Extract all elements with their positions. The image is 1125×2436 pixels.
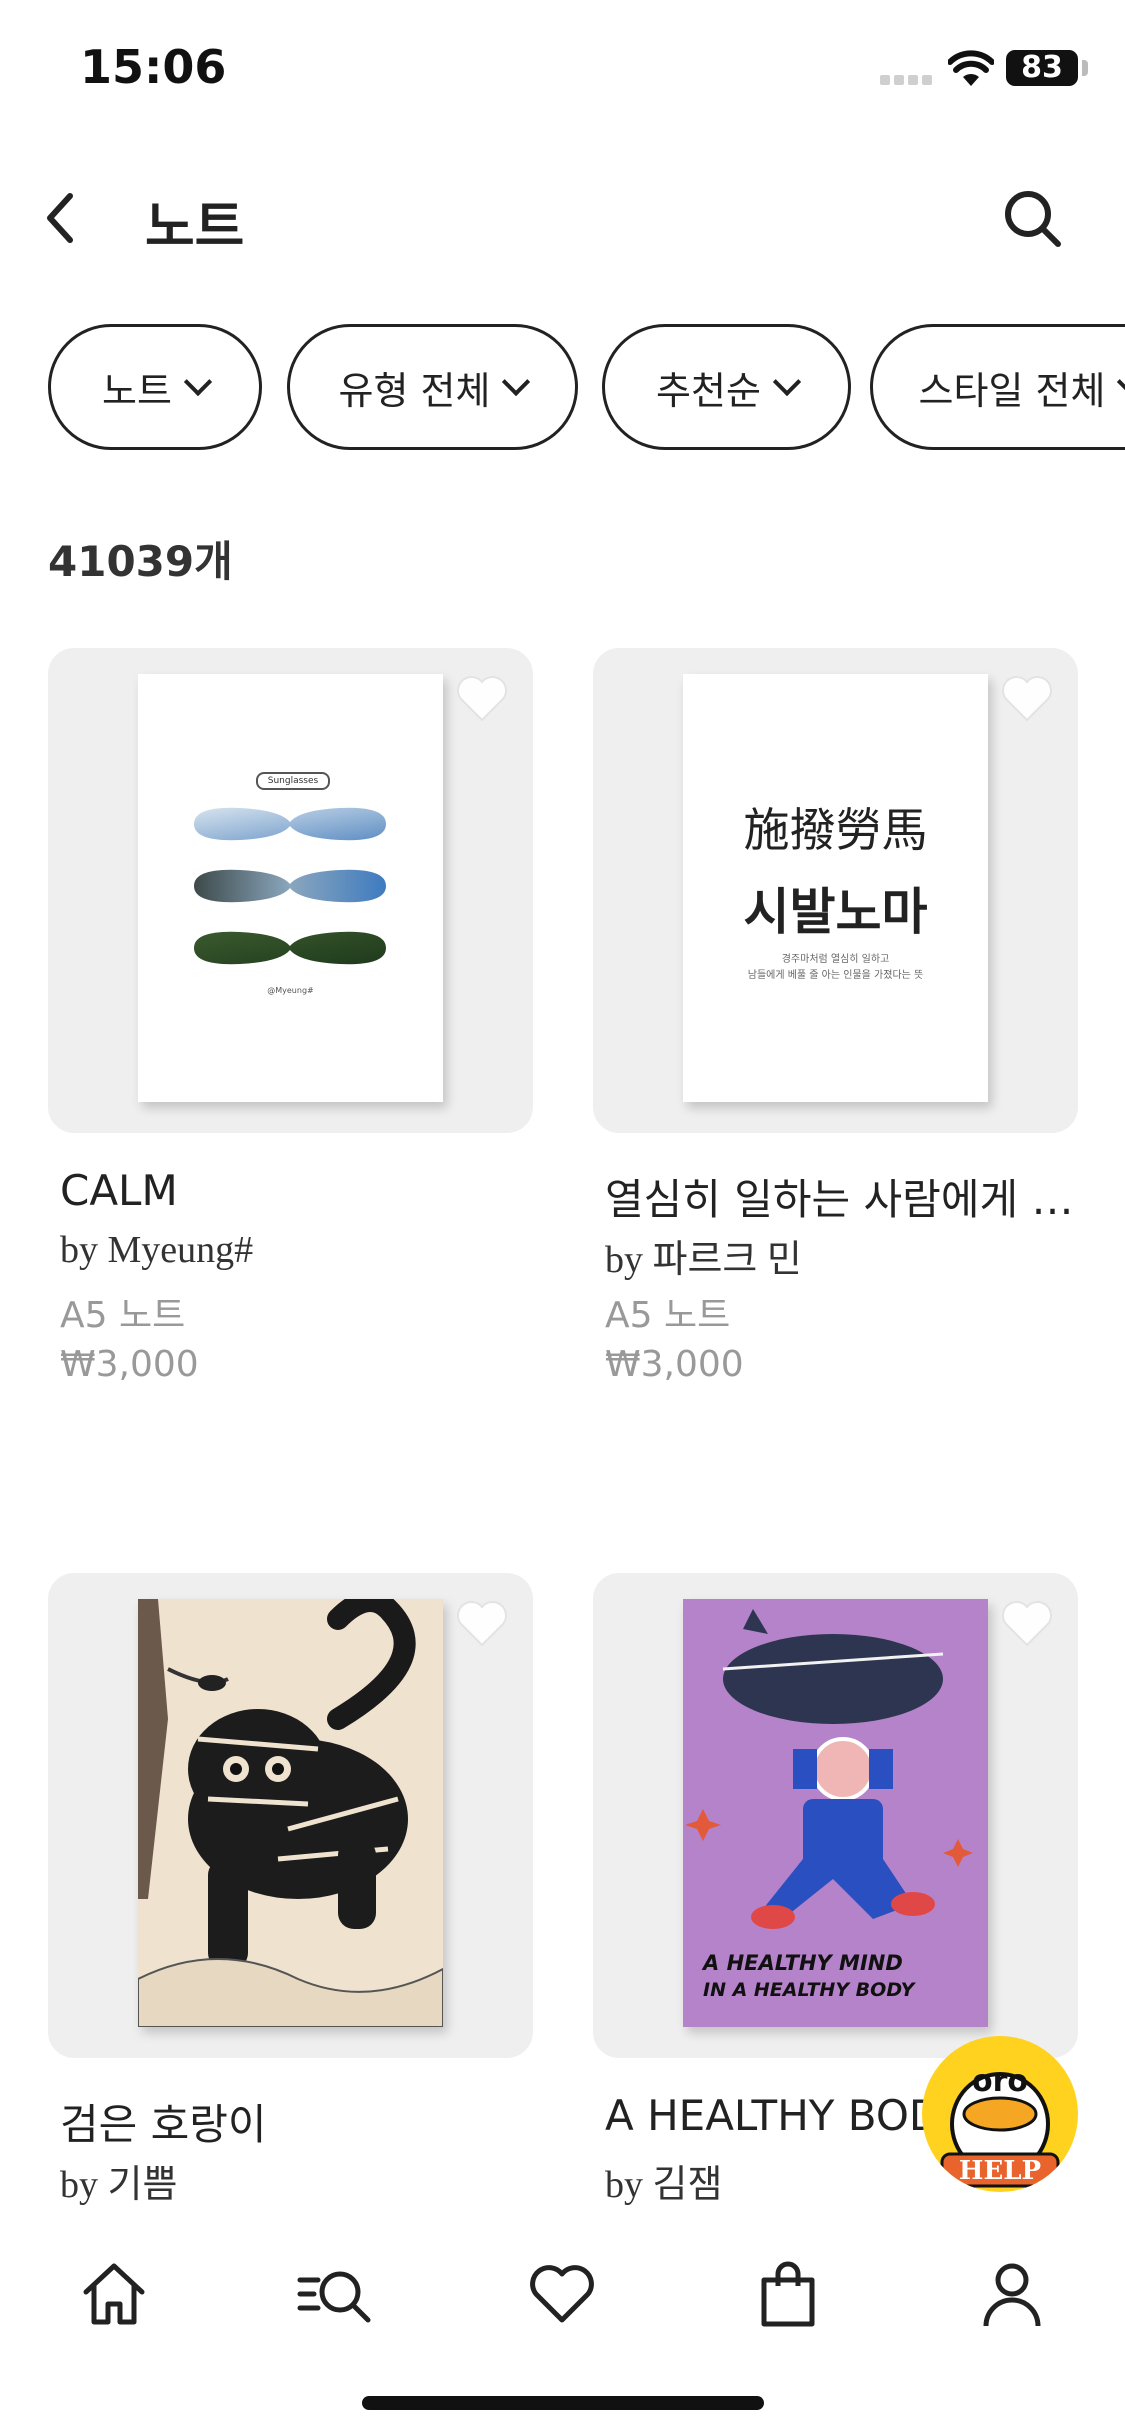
back-button[interactable] [36,188,86,248]
cover-small-text: 경주마처럼 열심히 일하고 [781,954,890,965]
cover-hangul: 시발노마 [743,882,928,941]
sunglasses-illustration [194,807,386,965]
chevron-down-icon [502,367,531,397]
product-thumbnail[interactable]: 施撥勞馬 시발노마 경주마처럼 열심히 일하고 남들에게 베풀 줄 아는 인물을… [593,648,1078,1133]
person-icon[interactable] [976,2258,1048,2330]
notebook-cover: 施撥勞馬 시발노마 경주마처럼 열심히 일하고 남들에게 베풀 줄 아는 인물을… [683,674,988,1102]
product-type: A5 노트 [60,1295,186,1336]
product-thumbnail[interactable]: A HEALTHY MIND IN A HEALTHY BODY [593,1573,1078,2058]
product-author: by 기쁨 [60,2164,178,2206]
search-list-icon[interactable] [296,2258,376,2330]
heart-icon[interactable] [455,1599,509,1649]
heart-icon[interactable] [1000,1599,1054,1649]
product-author: by 김잼 [605,2164,723,2206]
chevron-down-icon [1117,367,1125,397]
signal-icon [880,70,936,85]
heart-icon[interactable] [455,674,509,724]
filter-style[interactable]: 스타일 전체 [870,324,1125,450]
filter-label: 노트 [102,368,172,413]
bottom-navigation [0,2230,1125,2360]
tiger-illustration [138,1599,443,2027]
filter-label: 스타일 전체 [918,368,1106,413]
help-button[interactable]: oro HELP [922,2036,1078,2192]
wifi-icon [948,50,994,86]
status-time: 15:06 [80,40,227,94]
cover-badge: Sunglasses [256,772,330,790]
page-title: 노트 [145,195,245,258]
filter-type[interactable]: 유형 전체 [287,324,578,450]
product-title[interactable]: 열심히 일하는 사람에게 … [605,1166,1075,1227]
product-card[interactable]: 검은 호랑이 by 기쁨 [48,1573,533,2213]
filter-category[interactable]: 노트 [48,324,262,450]
product-card[interactable]: Sunglasses @Myeung# CALM by Myeung# A5 노… [48,648,533,1408]
product-price: ₩3,000 [60,1344,199,1385]
help-label: HELP [958,2156,1042,2186]
product-thumbnail[interactable] [48,1573,533,2058]
product-author: by Myeung# [60,1229,254,1271]
bag-icon[interactable] [752,2258,824,2330]
product-card[interactable]: 施撥勞馬 시발노마 경주마처럼 열심히 일하고 남들에게 베풀 줄 아는 인물을… [593,648,1078,1408]
cover-text: IN A HEALTHY BODY [703,1979,915,2001]
status-bar: 15:06 83 [0,0,1125,140]
chevron-down-icon [183,367,213,397]
battery-icon: 83 [1006,50,1078,86]
product-price: ₩3,000 [605,1344,744,1385]
result-count: 41039개 [48,537,233,586]
filter-label: 유형 전체 [338,368,491,413]
heart-icon[interactable] [1000,674,1054,724]
home-indicator [362,2396,764,2410]
filter-sort[interactable]: 추천순 [602,324,851,450]
product-title[interactable]: 검은 호랑이 [60,2091,530,2152]
heart-icon[interactable] [526,2258,598,2330]
product-title[interactable]: CALM [60,1166,530,1215]
notebook-cover [138,1599,443,2027]
filter-bar: 노트 유형 전체 추천순 스타일 전체 [0,322,1125,458]
cover-footer: @Myeung# [267,986,314,995]
home-icon[interactable] [78,2258,150,2330]
filter-label: 추천순 [656,368,761,413]
help-face-text: oro [971,2064,1028,2099]
product-type: A5 노트 [605,1295,731,1336]
search-icon[interactable] [1000,186,1064,250]
notebook-cover: Sunglasses @Myeung# [138,674,443,1102]
product-thumbnail[interactable]: Sunglasses @Myeung# [48,648,533,1133]
product-author: by 파르크 민 [605,1239,802,1281]
notebook-cover: A HEALTHY MIND IN A HEALTHY BODY [683,1599,988,2027]
battery-cap [1082,60,1088,76]
header: 노트 [0,160,1125,280]
cover-hanja: 施撥勞馬 [743,803,928,857]
cover-small-text: 남들에게 베풀 줄 아는 인물을 가졌다는 뜻 [747,970,924,981]
chevron-down-icon [772,367,802,397]
cover-text: A HEALTHY MIND [703,1951,903,1975]
